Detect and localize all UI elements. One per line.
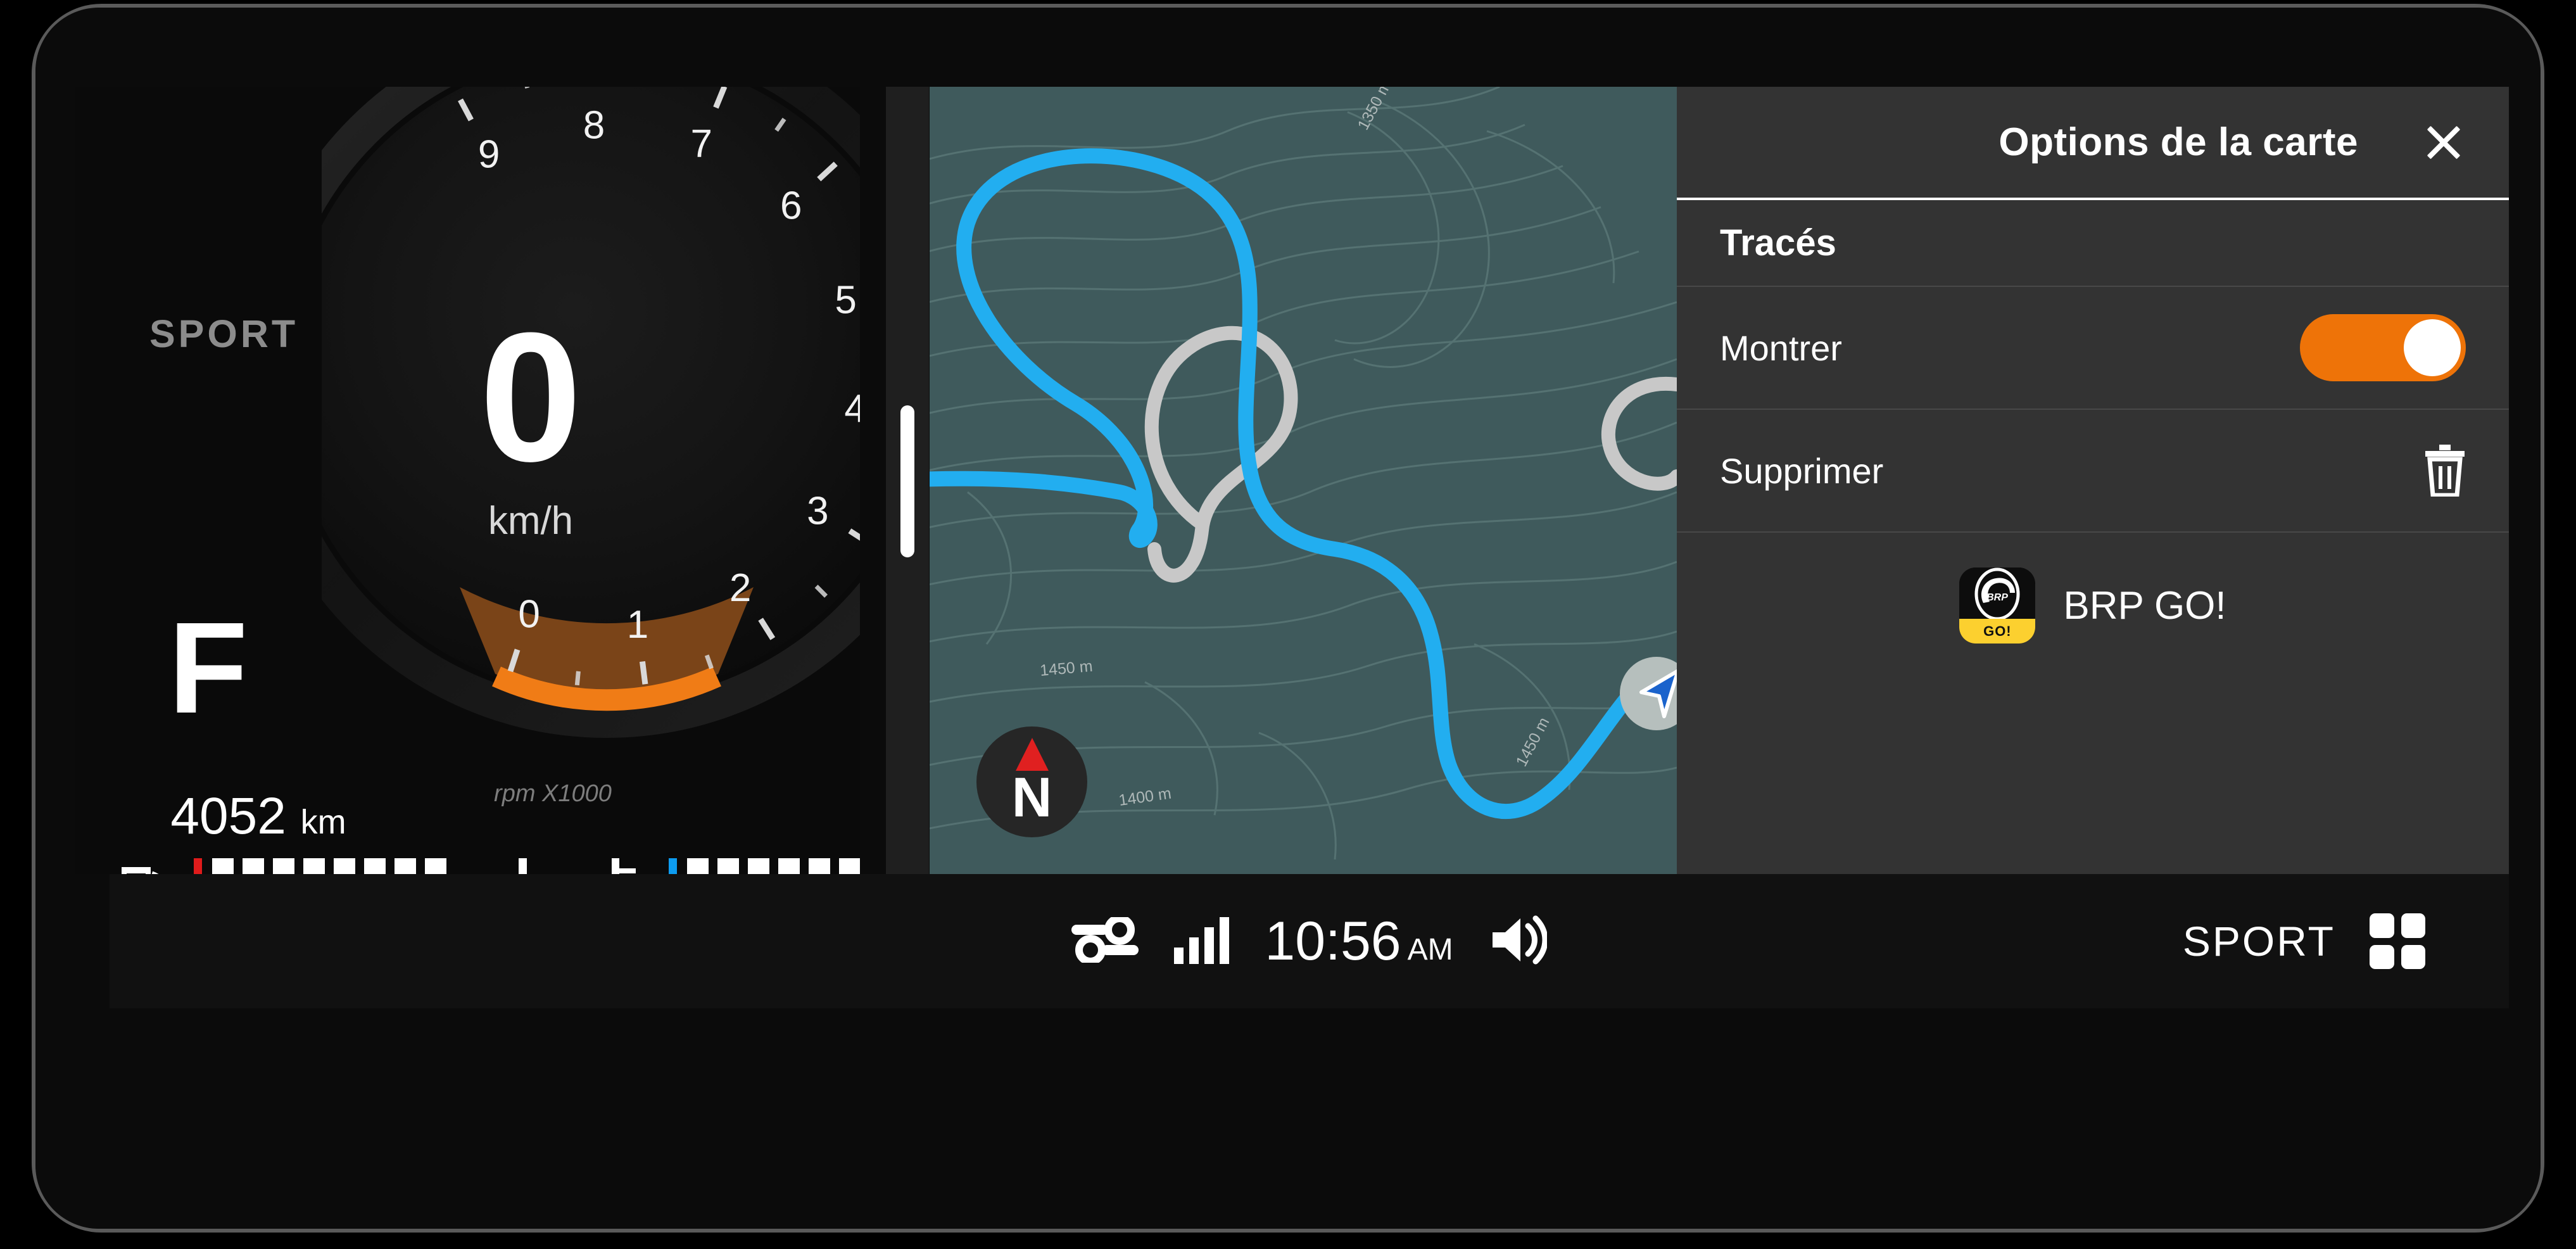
svg-text:3: 3 (807, 490, 828, 533)
compass-letter: N (1011, 766, 1052, 828)
navigation-arrow-icon (1639, 669, 1677, 718)
temp-bar-track (669, 858, 860, 874)
gauge-bar (717, 858, 739, 874)
brp-go-shortcut[interactable]: BRP GO! BRP GO! (1677, 533, 2509, 678)
odometer: 4052 km (170, 787, 346, 846)
status-bar-right-group: SPORT (2183, 874, 2425, 1008)
row-montrer[interactable]: Montrer (1677, 287, 2509, 410)
gauge-end-marker (519, 858, 527, 874)
instrument-cluster-device: SPORT 0 1 2 3 4 5 6 7 8 9 0 km/h rpm X10… (32, 4, 2544, 1233)
map-view[interactable]: 1350 m 1450 m 1450 m 1400 m N (930, 87, 1677, 874)
close-icon[interactable] (2424, 123, 2463, 162)
gauge-bar (303, 858, 325, 874)
row-label-montrer: Montrer (1720, 327, 1842, 368)
coolant-temperature-icon (612, 858, 636, 874)
gauge-bar (425, 858, 446, 874)
svg-text:2: 2 (729, 566, 751, 610)
gauge-bar (395, 858, 416, 874)
gauge-bar (748, 858, 769, 874)
svg-text:0: 0 (518, 593, 540, 637)
riding-mode-badge: SPORT (149, 312, 299, 355)
divider-drag-handle[interactable] (900, 405, 914, 557)
trash-icon[interactable] (2424, 445, 2466, 498)
gauge-cluster-panel: SPORT 0 1 2 3 4 5 6 7 8 9 0 km/h rpm X10… (75, 87, 860, 874)
gauge-bar (273, 858, 294, 874)
clock: 10:56 AM (1265, 910, 1453, 973)
show-traces-toggle[interactable] (2300, 314, 2466, 381)
brp-go-app-icon: BRP GO! (1959, 567, 2036, 644)
panel-header: Options de la carte (1677, 87, 2509, 200)
svg-text:5: 5 (835, 279, 856, 322)
row-supprimer[interactable]: Supprimer (1677, 410, 2509, 533)
sliders-settings-icon[interactable] (1071, 914, 1139, 966)
section-label: Tracés (1720, 222, 1836, 263)
cellular-signal-icon (1174, 917, 1230, 964)
clock-meridiem: AM (1407, 932, 1453, 967)
gauge-bar (243, 858, 264, 874)
gauge-bar (809, 858, 830, 874)
apps-grid-icon[interactable] (2370, 913, 2425, 969)
speed-unit-label: km/h (488, 499, 574, 543)
svg-text:7: 7 (691, 122, 712, 165)
status-mode-label: SPORT (2182, 918, 2335, 965)
speed-readout: 0 (479, 295, 582, 500)
svg-text:4: 4 (844, 387, 860, 431)
odometer-value: 4052 (170, 787, 286, 845)
brp-icon-caption: GO! (1959, 619, 2036, 644)
panel-section-traces: Tracés (1677, 200, 2509, 287)
panel-title: Options de la carte (1998, 120, 2358, 164)
gauge-bar (687, 858, 709, 874)
rpm-caption: rpm X1000 (494, 780, 612, 807)
svg-text:6: 6 (780, 184, 802, 228)
volume-speaker-icon[interactable] (1489, 915, 1548, 968)
gauge-bar (334, 858, 355, 874)
svg-text:9: 9 (478, 132, 500, 176)
map-options-panel: Options de la carte Tracés Montrer Suppr… (1677, 87, 2509, 874)
gauge-start-marker (669, 858, 677, 874)
gauge-bar (778, 858, 800, 874)
toggle-knob (2404, 319, 2461, 376)
fuel-pump-icon (122, 867, 159, 874)
clock-time: 10:56 (1265, 910, 1401, 972)
gauge-bar (364, 858, 386, 874)
status-bar: 10:56 AM SPORT (110, 874, 2509, 1008)
brp-go-label: BRP GO! (2063, 583, 2226, 628)
brp-icon-top: BRP (1959, 567, 2036, 619)
row-label-supprimer: Supprimer (1720, 450, 1884, 491)
svg-text:8: 8 (583, 104, 605, 148)
position-marker (1620, 657, 1677, 730)
gauge-bar (839, 858, 860, 874)
compass-north-icon[interactable]: N (976, 726, 1087, 837)
odometer-unit: km (300, 803, 346, 841)
svg-text:1: 1 (627, 603, 648, 647)
panel-divider[interactable] (886, 87, 929, 874)
device-inner-bezel: SPORT 0 1 2 3 4 5 6 7 8 9 0 km/h rpm X10… (35, 8, 2541, 1229)
fuel-bar-track (194, 858, 527, 874)
status-bar-center-group: 10:56 AM (110, 874, 2509, 1008)
gauge-start-marker (194, 858, 202, 874)
gauge-bar (212, 858, 234, 874)
svg-text:BRP: BRP (1986, 592, 2008, 603)
fuel-full-indicator: F (168, 595, 248, 740)
